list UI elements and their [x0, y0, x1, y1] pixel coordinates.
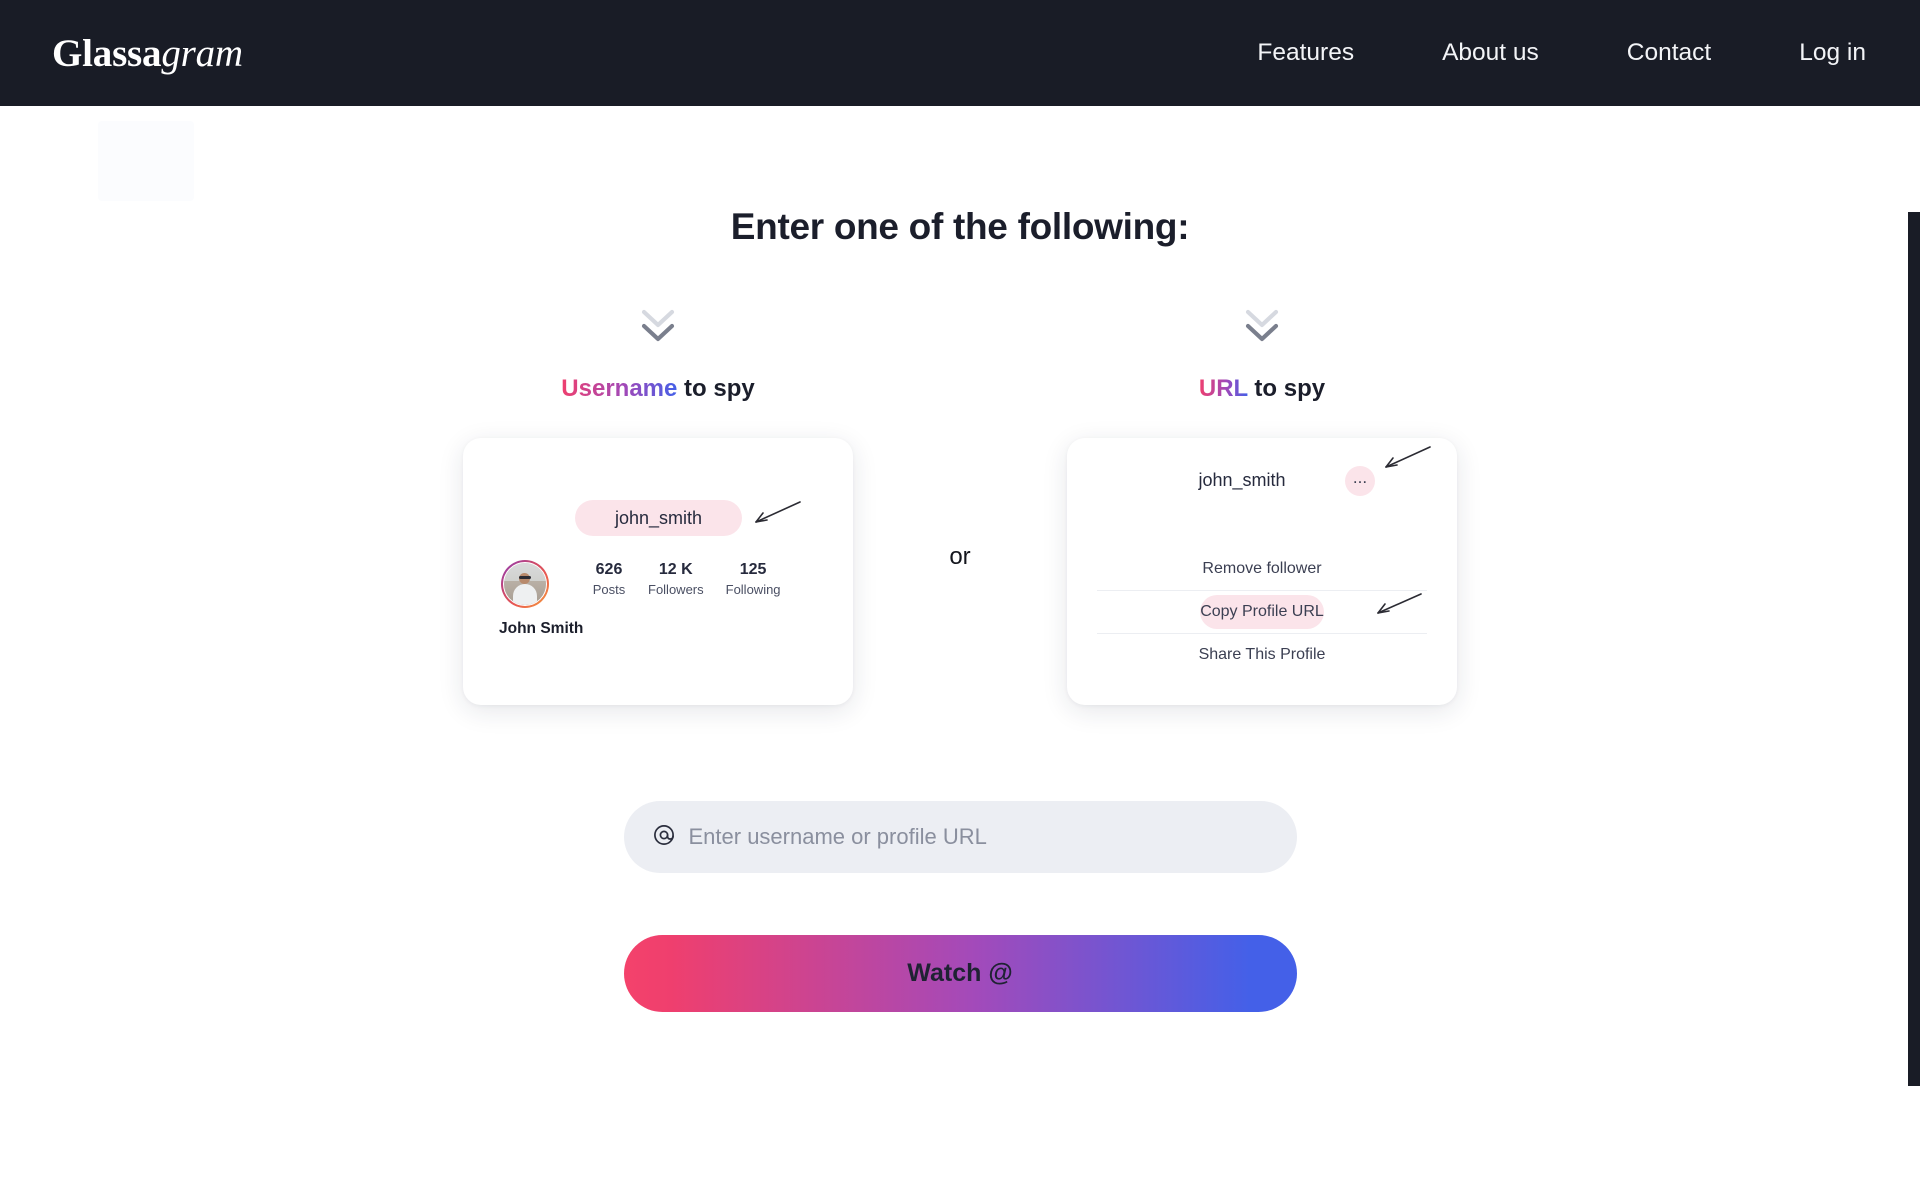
nav-link-contact[interactable]: Contact: [1627, 31, 1711, 75]
page-content: Enter one of the following: Username to …: [0, 106, 1920, 1200]
menu-item-copy-profile-url[interactable]: Copy Profile URL: [1200, 595, 1324, 629]
username-accent-text: Username: [561, 375, 678, 402]
url-card-header: john_smith ...: [1067, 438, 1457, 523]
stat-following: 125 Following: [715, 560, 792, 597]
profile-full-name: John Smith: [499, 620, 584, 637]
background-placeholder-block: [98, 121, 194, 201]
scrollbar-thumb[interactable]: [1908, 212, 1920, 1086]
username-option-heading: Username to spy: [561, 375, 754, 403]
profile-context-menu: Remove follower Copy Profile URL Share T…: [1067, 523, 1457, 705]
stat-posts-value: 626: [595, 561, 623, 578]
site-logo[interactable]: Glassagram: [52, 31, 243, 76]
stat-followers-value: 12 K: [658, 561, 693, 578]
url-heading-rest: to spy: [1247, 375, 1326, 402]
nav-link-log-in[interactable]: Log in: [1799, 31, 1866, 75]
more-options-button[interactable]: ...: [1345, 466, 1375, 496]
logo-text-bold: Glassa: [52, 31, 162, 75]
search-field-wrapper[interactable]: [623, 801, 1297, 873]
profile-stats-row: 626 Posts 12 K Followers 125 Following: [501, 560, 792, 608]
stat-followers-label: Followers: [648, 582, 704, 598]
avatar: [501, 560, 549, 608]
main-navigation: Features About us Contact Log in: [1257, 31, 1866, 75]
or-separator: or: [949, 543, 971, 570]
url-card-username: john_smith: [1198, 470, 1286, 490]
stat-followers: 12 K Followers: [637, 560, 715, 597]
watch-submit-button[interactable]: Watch @: [623, 935, 1297, 1012]
pointer-arrow-more-icon: [1385, 446, 1431, 468]
profile-stats: 626 Posts 12 K Followers 125 Following: [581, 560, 792, 597]
site-header: Glassagram Features About us Contact Log…: [0, 0, 1920, 106]
pointer-arrow-copy-url-icon: [1377, 593, 1422, 614]
menu-item-share-this-profile[interactable]: Share This Profile: [1067, 634, 1457, 676]
username-heading-rest: to spy: [677, 375, 755, 402]
url-accent-text: URL: [1198, 375, 1248, 402]
nav-link-features[interactable]: Features: [1257, 31, 1354, 75]
url-option-heading: URL to spy: [1199, 375, 1325, 403]
profile-username-pill: john_smith: [575, 500, 742, 536]
stat-posts: 626 Posts: [581, 560, 637, 597]
search-form: Watch @: [0, 801, 1920, 1012]
menu-item-remove-follower[interactable]: Remove follower: [1067, 548, 1457, 590]
pointer-arrow-username-icon: [755, 501, 801, 523]
double-chevron-down-icon: [1240, 302, 1284, 348]
at-sign-icon: [652, 823, 689, 852]
avatar-photo: [503, 562, 547, 606]
nav-link-about-us[interactable]: About us: [1442, 31, 1539, 75]
url-option-column: URL to spy john_smith ... Remove followe…: [960, 302, 1564, 705]
url-menu-card: john_smith ... Remove follower Copy Prof…: [1067, 438, 1457, 705]
double-chevron-down-icon: [636, 302, 680, 348]
menu-item-copy-profile-url-wrap: Copy Profile URL: [1067, 591, 1457, 633]
search-input[interactable]: [688, 801, 1269, 873]
stat-following-label: Following: [725, 582, 781, 598]
logo-text-italic: gram: [161, 31, 243, 75]
stat-following-value: 125: [739, 561, 767, 578]
page-title: Enter one of the following:: [730, 206, 1190, 247]
username-option-column: Username to spy john_smith 626 Posts 12 …: [356, 302, 960, 705]
profile-preview-card: john_smith 626 Posts 12 K Followers 125 …: [463, 438, 853, 705]
stat-posts-label: Posts: [592, 582, 626, 598]
options-columns: Username to spy john_smith 626 Posts 12 …: [0, 302, 1920, 705]
